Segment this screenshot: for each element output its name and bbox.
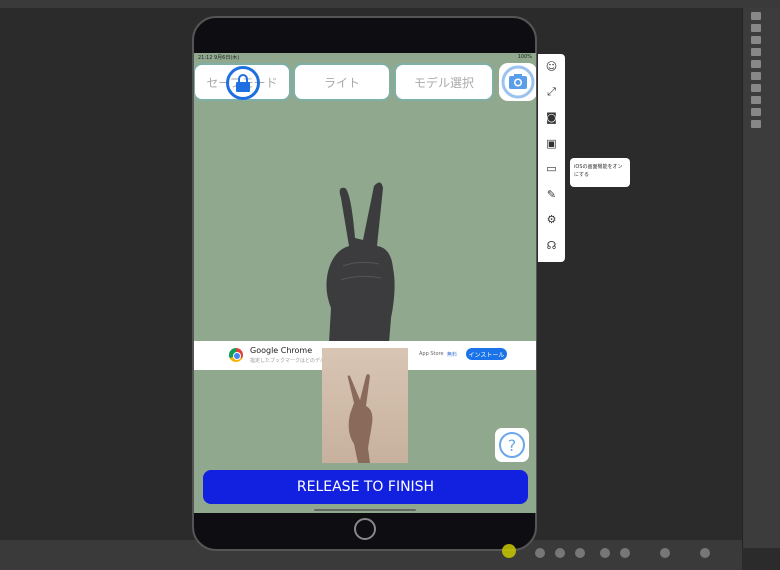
mascot-icon[interactable]: ☺: [538, 54, 565, 80]
timeline-dot[interactable]: [620, 548, 630, 558]
timeline-dot[interactable]: [600, 548, 610, 558]
light-button[interactable]: ライト: [293, 63, 391, 101]
tool-icon[interactable]: [751, 24, 761, 32]
tooltip: iOSの画面機能をオンにする: [570, 158, 630, 187]
help-button[interactable]: ?: [495, 428, 529, 462]
fullscreen-icon[interactable]: ⤢: [538, 80, 565, 106]
tool-icon[interactable]: [751, 48, 761, 56]
camera-icon[interactable]: ◙: [538, 105, 565, 131]
tool-icon[interactable]: [751, 12, 761, 20]
app-screen: 21:12 9月6日(木) 100% セーフモード ライト モデル選択 Goog…: [194, 53, 536, 513]
install-button[interactable]: インストール: [466, 348, 507, 360]
screen-icon[interactable]: ▭: [538, 156, 565, 182]
tool-panel: [742, 8, 780, 548]
chrome-logo-icon: [229, 348, 243, 362]
timeline-dot[interactable]: [555, 548, 565, 558]
tool-icon[interactable]: [751, 72, 761, 80]
hand-model: [326, 182, 395, 343]
timeline-dot[interactable]: [535, 548, 545, 558]
home-button[interactable]: [354, 518, 376, 540]
ad-price: 無料: [447, 352, 458, 358]
headset-icon[interactable]: ☊: [538, 233, 565, 259]
timeline-dot[interactable]: [660, 548, 670, 558]
tool-icon[interactable]: [751, 60, 761, 68]
status-time: 21:12 9月6日(木): [198, 55, 240, 61]
tool-icon[interactable]: [751, 120, 761, 128]
help-icon: ?: [499, 432, 525, 458]
release-to-finish-button[interactable]: RELEASE TO FINISH: [203, 470, 528, 504]
brush-icon[interactable]: ✎: [538, 182, 565, 208]
camera-button[interactable]: [499, 63, 536, 101]
status-battery: 100%: [517, 54, 532, 60]
app-top-bar: [0, 0, 780, 8]
tool-icon[interactable]: [751, 108, 761, 116]
tool-icon[interactable]: [751, 84, 761, 92]
timeline-dot[interactable]: [575, 548, 585, 558]
model-select-button[interactable]: モデル選択: [394, 63, 494, 101]
record-icon[interactable]: ▣: [538, 131, 565, 157]
ad-store: App Store: [419, 351, 444, 357]
lock-icon[interactable]: [226, 66, 260, 100]
mouse-cursor: [502, 544, 516, 558]
recorder-side-menu: ☺ ⤢ ◙ ▣ ▭ ✎ ⚙ ☊: [538, 54, 565, 262]
ad-title: Google Chrome: [250, 346, 313, 355]
timeline-dot[interactable]: [700, 548, 710, 558]
camera-icon: [501, 65, 535, 99]
camera-preview: [322, 348, 408, 463]
home-indicator: [314, 509, 416, 511]
tool-icon[interactable]: [751, 96, 761, 104]
settings-icon[interactable]: ⚙: [538, 207, 565, 233]
ad-subtitle: 指定したブックマークはどのデバ...: [250, 358, 330, 364]
tool-icon[interactable]: [751, 36, 761, 44]
